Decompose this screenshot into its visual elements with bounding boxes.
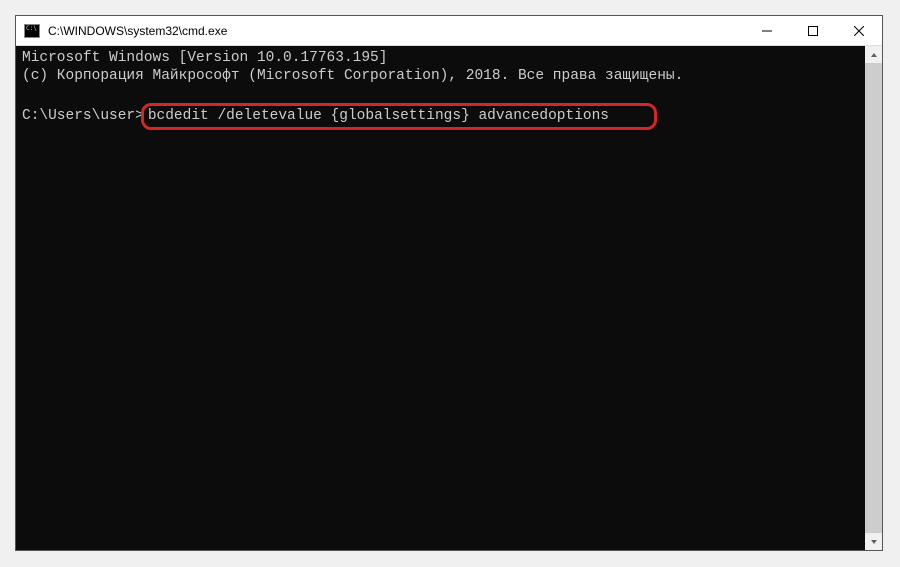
terminal-blank-line xyxy=(22,85,859,103)
scroll-up-button[interactable] xyxy=(865,46,882,63)
terminal-copyright-line: (c) Корпорация Майкрософт (Microsoft Cor… xyxy=(22,67,859,85)
scroll-down-button[interactable] xyxy=(865,533,882,550)
close-button[interactable] xyxy=(836,16,882,45)
minimize-button[interactable] xyxy=(744,16,790,45)
window-controls xyxy=(744,16,882,45)
window-title: C:\WINDOWS\system32\cmd.exe xyxy=(48,24,744,38)
titlebar[interactable]: C:\WINDOWS\system32\cmd.exe xyxy=(16,16,882,46)
scrollbar-thumb[interactable] xyxy=(865,63,882,533)
terminal-prompt-line: C:\Users\user>bcdedit /deletevalue {glob… xyxy=(22,103,859,129)
terminal-content[interactable]: Microsoft Windows [Version 10.0.17763.19… xyxy=(16,46,865,550)
prompt-text: C:\Users\user> xyxy=(22,107,144,125)
cmd-window: C:\WINDOWS\system32\cmd.exe Microsoft Wi… xyxy=(15,15,883,551)
highlighted-command: bcdedit /deletevalue {globalsettings} ad… xyxy=(141,103,657,129)
command-text: bcdedit /deletevalue {globalsettings} ad… xyxy=(148,108,609,124)
vertical-scrollbar[interactable] xyxy=(865,46,882,550)
terminal-version-line: Microsoft Windows [Version 10.0.17763.19… xyxy=(22,49,859,67)
cmd-icon xyxy=(24,24,40,38)
maximize-button[interactable] xyxy=(790,16,836,45)
terminal-area[interactable]: Microsoft Windows [Version 10.0.17763.19… xyxy=(16,46,882,550)
